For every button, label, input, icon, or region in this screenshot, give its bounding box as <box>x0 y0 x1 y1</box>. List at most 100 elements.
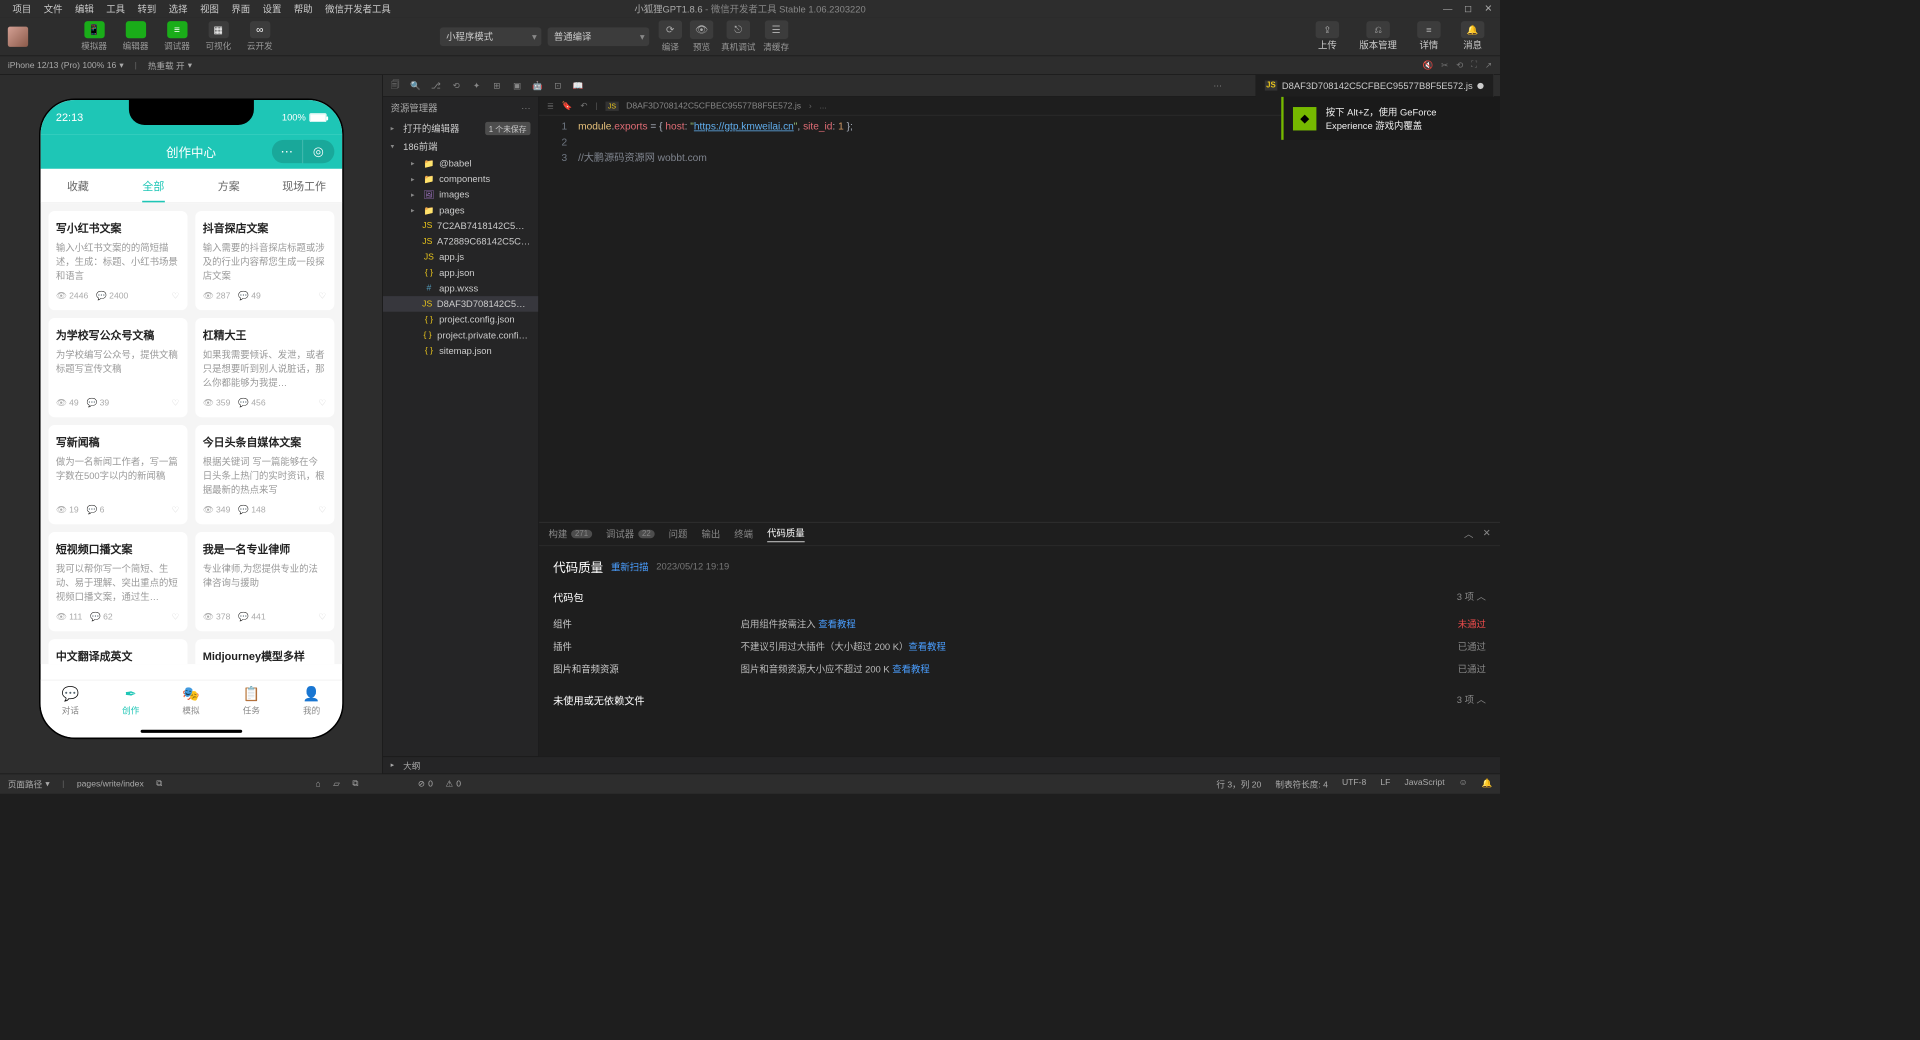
action-预览[interactable]: 👁预览 <box>690 20 713 53</box>
file-sitemap.json[interactable]: { } sitemap.json <box>383 343 538 359</box>
file-A72889C68142C5CFC1...[interactable]: JS A72889C68142C5CFC1... <box>383 234 538 250</box>
file-project.config.json[interactable]: { } project.config.json <box>383 312 538 328</box>
open-editors-section[interactable]: ▸ 打开的编辑器 1 个未保存 <box>383 120 538 138</box>
tab-size[interactable]: 制表符长度: 4 <box>1275 778 1328 791</box>
section-meta-2[interactable]: 3 项 ︿ <box>1457 693 1486 708</box>
action-清缓存[interactable]: ☰清缓存 <box>763 20 789 53</box>
bottom-tab-0[interactable]: 构建 271 <box>548 527 592 540</box>
content-card-8[interactable]: 中文翻译成英文 <box>48 639 187 664</box>
panel-close-icon[interactable]: ✕ <box>1483 527 1491 540</box>
bottom-tab-4[interactable]: 终端 <box>734 527 753 540</box>
robot-icon[interactable]: 🤖 <box>531 80 544 90</box>
section-meta[interactable]: 3 项 ︿ <box>1457 590 1486 605</box>
capsule-menu-icon[interactable]: ⋯ <box>271 140 302 163</box>
feedback-icon[interactable]: ☺ <box>1459 778 1468 791</box>
action-编译[interactable]: ⟳编译 <box>659 20 682 53</box>
more-icon[interactable]: ⋯ <box>1211 80 1224 90</box>
eol[interactable]: LF <box>1380 778 1390 791</box>
explorer-more-icon[interactable]: ⋯ <box>521 103 530 114</box>
panel-collapse-icon[interactable]: ︿ <box>1464 527 1473 540</box>
sync-icon[interactable]: ⟲ <box>450 80 463 90</box>
menu-edit[interactable]: 编辑 <box>69 0 100 16</box>
search-icon[interactable]: 🔍 <box>409 80 422 90</box>
content-card-6[interactable]: 短视频口播文案 我可以帮你写一个简短、生动、易于理解、突出重点的短视频口播文案，… <box>48 532 187 631</box>
action-真机调试[interactable]: ⎋真机调试 <box>721 20 755 53</box>
file-7C2AB7418142C5CF1A...[interactable]: JS 7C2AB7418142C5CF1A... <box>383 218 538 234</box>
menu-devtools[interactable]: 微信开发者工具 <box>319 0 397 16</box>
app-tab-0[interactable]: 收藏 <box>40 169 115 203</box>
terminal-icon[interactable]: ▣ <box>511 80 524 90</box>
nav-创作[interactable]: ✒创作 <box>101 680 161 721</box>
toolbar-编辑器[interactable]: 编辑器 <box>116 18 154 56</box>
file-app.js[interactable]: JS app.js <box>383 249 538 265</box>
nav-任务[interactable]: 📋任务 <box>221 680 281 721</box>
mode-dropdown[interactable]: 小程序模式 <box>440 27 542 46</box>
files-icon[interactable]: 🗐 <box>389 78 402 93</box>
menu-help[interactable]: 帮助 <box>288 0 319 16</box>
expand-icon[interactable]: ⛶ <box>1471 60 1477 70</box>
compile-dropdown[interactable]: 普通编译 <box>548 27 650 46</box>
content-card-1[interactable]: 抖音探店文案 输入需要的抖音探店标题或涉及的行业内容帮您生成一段探店文案 👁 2… <box>195 211 334 310</box>
nav-我的[interactable]: 👤我的 <box>281 680 341 721</box>
content-card-2[interactable]: 为学校写公众号文稿 为学校编写公众号，提供文稿标题写宣传文稿 👁 49💬 39♡ <box>48 318 187 417</box>
tutorial-link[interactable]: 查看教程 <box>892 664 930 675</box>
content-card-4[interactable]: 写新闻稿 做为一名新闻工作者，写一篇字数在500字以内的新闻稿 👁 19💬 6♡ <box>48 425 187 524</box>
copy-path-icon[interactable]: ⧉ <box>156 779 162 789</box>
editor-tab[interactable]: JS D8AF3D708142C5CFBEC95577B8F5E572.js <box>1255 74 1494 97</box>
tutorial-link[interactable]: 查看教程 <box>908 641 946 652</box>
breadcrumb-file[interactable]: D8AF3D708142C5CFBEC95577B8F5E572.js <box>626 101 801 110</box>
mute-icon[interactable]: 🔇 <box>1423 60 1434 70</box>
app-tab-3[interactable]: 现场工作 <box>266 169 341 203</box>
file-pages[interactable]: ▸ 📁 pages <box>383 202 538 218</box>
page-path[interactable]: pages/write/index <box>77 779 144 788</box>
app-tab-1[interactable]: 全部 <box>116 169 191 203</box>
code-content[interactable]: module.exports = { host: "https://gtp.km… <box>578 116 1500 522</box>
menu-file[interactable]: 文件 <box>38 0 69 16</box>
api-icon[interactable]: ⊞ <box>491 80 504 90</box>
toolbar-right-消息[interactable]: 🔔消息 <box>1453 18 1492 55</box>
cut-icon[interactable]: ✂ <box>1441 60 1448 70</box>
notification-icon[interactable]: 🔔 <box>1481 778 1492 791</box>
menu-goto[interactable]: 转到 <box>131 0 162 16</box>
content-card-5[interactable]: 今日头条自媒体文案 根据关键词 写一篇能够在今日头条上热门的实时资讯，根据最新的… <box>195 425 334 524</box>
content-card-0[interactable]: 写小红书文案 输入小红书文案的的简短描述，生成：标题、小红书场景和语言 👁 24… <box>48 211 187 310</box>
close-icon[interactable]: ✕ <box>1483 3 1494 14</box>
toolbar-right-上传[interactable]: ⇪上传 <box>1308 18 1347 55</box>
warnings-count[interactable]: ⚠ 0 <box>445 779 461 789</box>
root-folder[interactable]: ▾ 186前端 <box>383 138 538 156</box>
language-mode[interactable]: JavaScript <box>1404 778 1444 791</box>
star-icon[interactable]: ✦ <box>470 80 483 90</box>
file-images[interactable]: ▸ 🖼 images <box>383 187 538 203</box>
menu-select[interactable]: 选择 <box>163 0 194 16</box>
rotate-icon[interactable]: ⟲ <box>1456 60 1463 70</box>
bottom-tab-2[interactable]: 问题 <box>669 527 688 540</box>
extension-icon[interactable]: ⊡ <box>552 80 565 90</box>
file-project.private.config.js...[interactable]: { } project.private.config.js... <box>383 327 538 343</box>
avatar[interactable] <box>8 26 28 46</box>
branch-icon[interactable]: ⎇ <box>430 80 443 90</box>
toolbar-模拟器[interactable]: 📱模拟器 <box>75 18 113 56</box>
float-icon[interactable]: ▱ <box>333 779 340 789</box>
capsule-close-icon[interactable]: ◎ <box>303 140 334 163</box>
nav-对话[interactable]: 💬对话 <box>40 680 100 721</box>
content-card-7[interactable]: 我是一名专业律师 专业律师,为您提供专业的法律咨询与援助 👁 378💬 441♡ <box>195 532 334 631</box>
bookmark-icon[interactable]: 🔖 <box>562 101 573 111</box>
content-card-3[interactable]: 杠精大王 如果我需要倾诉、发泄，或者只是想要听到别人说脏话，那么你都能够为我提…… <box>195 318 334 417</box>
file-app.wxss[interactable]: # app.wxss <box>383 280 538 296</box>
popout-icon[interactable]: ↗ <box>1485 60 1492 70</box>
app-tab-2[interactable]: 方案 <box>191 169 266 203</box>
device-selector[interactable]: iPhone 12/13 (Pro) 100% 16 ▾ <box>8 60 124 70</box>
bottom-tab-5[interactable]: 代码质量 <box>767 526 805 542</box>
app-content[interactable]: 写小红书文案 输入小红书文案的的简短描述，生成：标题、小红书场景和语言 👁 24… <box>40 203 342 664</box>
detach-icon[interactable]: ⧉ <box>352 779 358 789</box>
outline-row[interactable]: ▸ 大纲 <box>383 756 1500 773</box>
content-card-9[interactable]: Midjourney模型多样 <box>195 639 334 664</box>
menu-project[interactable]: 项目 <box>6 0 37 16</box>
menu-tools[interactable]: 工具 <box>100 0 131 16</box>
tutorial-link[interactable]: 查看教程 <box>818 619 856 630</box>
bottom-tab-1[interactable]: 调试器 22 <box>606 527 655 540</box>
toolbar-云开发[interactable]: ∞云开发 <box>241 18 279 56</box>
list-icon[interactable]: ≣ <box>547 101 554 111</box>
menu-view[interactable]: 视图 <box>194 0 225 16</box>
home-icon[interactable]: ⌂ <box>316 779 321 788</box>
